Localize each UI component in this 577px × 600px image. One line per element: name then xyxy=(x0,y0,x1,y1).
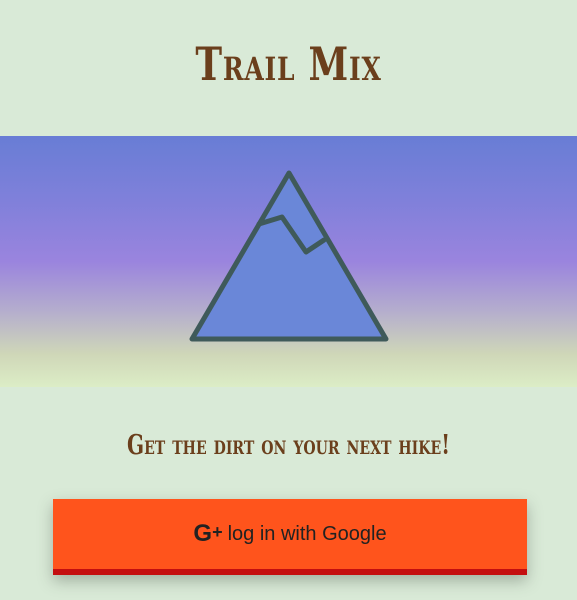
google-login-button[interactable]: G + log in with Google xyxy=(53,499,527,575)
app-title: Trail Mix xyxy=(195,37,382,91)
login-button-label: log in with Google xyxy=(227,522,387,545)
hero-banner xyxy=(0,136,577,387)
mountain-icon xyxy=(189,170,389,342)
google-plus-icon: G + xyxy=(193,520,222,547)
tagline: Get the dirt on your next hike! xyxy=(127,430,450,461)
